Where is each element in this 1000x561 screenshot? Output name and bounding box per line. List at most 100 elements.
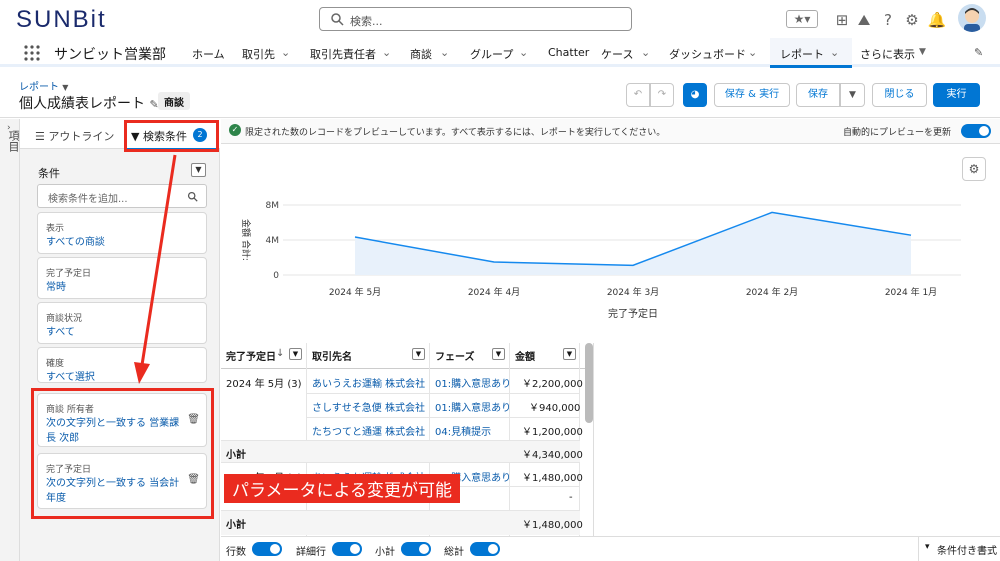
nav-contacts-chevron-icon[interactable]: ⌄	[382, 46, 391, 59]
notification-bell-icon[interactable]: 🔔	[927, 10, 947, 30]
filter-card-show[interactable]: 表示 すべての商談	[37, 212, 207, 254]
footer-rows-label: 行数	[226, 547, 246, 558]
col-header-account[interactable]: 取引先名	[312, 348, 352, 363]
table-cell-phase: 01:購入意思あり	[435, 403, 512, 414]
col-header-amount[interactable]: 金額	[515, 348, 535, 363]
report-title: 個人成績表レポート ✎	[19, 93, 159, 113]
filter-card-value: すべての商談	[46, 237, 105, 248]
add-filter-placeholder: 検索条件を追加...	[48, 194, 128, 205]
conditions-dropdown-icon[interactable]: ▼	[191, 163, 206, 177]
filter-card-close-date[interactable]: 完了予定日 常時	[37, 257, 207, 299]
filter-card-label: 完了予定日	[46, 269, 92, 279]
nav-accounts-chevron-icon[interactable]: ⌄	[281, 46, 290, 59]
nav-dashboards[interactable]: ダッシュボード	[669, 46, 746, 62]
filter-card-label: 商談状況	[46, 314, 83, 324]
save-menu-dropdown-icon[interactable]: ▼	[840, 83, 865, 107]
nav-more[interactable]: さらに表示	[860, 46, 915, 62]
rows-toggle[interactable]	[252, 542, 282, 556]
col-header-phase[interactable]: フェーズ	[435, 348, 475, 363]
table-cell-phase: 01:購入意思あり	[435, 379, 512, 390]
save-button[interactable]: 保存	[796, 83, 840, 107]
add-filter-input[interactable]: 検索条件を追加...	[37, 184, 207, 208]
nav-accounts[interactable]: 取引先	[242, 46, 275, 62]
conditions-label: 条件	[38, 167, 60, 180]
table-cell-phase: 04:見積提示	[435, 427, 492, 438]
table-cell-account[interactable]: さしすせそ急便 株式会社	[312, 399, 425, 414]
chart-toggle-icon[interactable]: ◕	[683, 83, 707, 107]
col-header-close-date[interactable]: 完了予定日	[226, 348, 276, 363]
nav-more-dropdown-icon[interactable]: ▼	[919, 47, 926, 57]
y-tick-label: 8M	[266, 201, 280, 211]
y-tick-label: 4M	[266, 236, 280, 246]
app-launcher-icon[interactable]	[24, 45, 40, 61]
nav-dashboards-chevron-icon[interactable]: ⌄	[748, 46, 757, 59]
favorites-star-icon[interactable]: ★▾	[786, 10, 818, 28]
table-cell-amount: ￥2,200,000	[522, 379, 583, 390]
header-divider	[221, 368, 593, 369]
tab-outline-label: アウトライン	[48, 130, 115, 143]
detail-rows-toggle[interactable]	[332, 542, 362, 556]
run-button[interactable]: 実行	[933, 83, 980, 107]
nav-opportunities-chevron-icon[interactable]: ⌄	[440, 46, 449, 59]
help-icon[interactable]: ?	[878, 10, 898, 30]
filter-card-value: すべて	[46, 327, 75, 338]
highlight-box-parameter-filters	[31, 388, 214, 519]
table-cell-account[interactable]: たちつてと通運 株式会社	[312, 423, 425, 438]
fields-rail-label[interactable]: 項目	[5, 130, 21, 152]
user-avatar[interactable]	[958, 4, 986, 32]
undo-icon[interactable]: ↶	[626, 83, 650, 107]
save-run-button[interactable]: 保存 & 実行	[714, 83, 790, 107]
subtotal-amount: ￥1,480,000	[522, 520, 583, 531]
breadcrumb-label[interactable]: レポート	[19, 82, 59, 93]
nav-opportunities[interactable]: 商談	[410, 46, 432, 62]
fields-rail[interactable]	[0, 119, 20, 561]
list-icon: ☰	[35, 130, 45, 143]
breadcrumb-dropdown-icon[interactable]: ▼	[62, 83, 68, 92]
subtotal-label: 小計	[226, 450, 246, 461]
row-divider	[221, 462, 580, 463]
nav-chatter[interactable]: Chatter	[548, 46, 589, 59]
trailhead-icon[interactable]: ⛰	[854, 10, 874, 30]
nav-home[interactable]: ホーム	[192, 46, 225, 62]
col-menu-dropdown-icon[interactable]: ▼	[289, 348, 302, 360]
report-type-tag: 商談	[158, 92, 190, 110]
breadcrumb[interactable]: レポート ▼	[19, 78, 68, 93]
global-search-input[interactable]: 検索...	[319, 7, 632, 31]
nav-reports[interactable]: レポート	[780, 46, 824, 62]
app-logo[interactable]: SUNBit	[16, 6, 107, 34]
x-tick-label: 2024 年 5月	[329, 286, 381, 298]
x-tick-label: 2024 年 1月	[885, 286, 937, 298]
search-icon	[187, 191, 198, 202]
x-tick-label: 2024 年 3月	[607, 286, 659, 298]
app-name: サンビット営業部	[54, 47, 166, 63]
nav-groups-chevron-icon[interactable]: ⌄	[519, 46, 528, 59]
col-menu-dropdown-icon[interactable]: ▼	[492, 348, 505, 360]
group-label: 2024 年 5月 (3)	[226, 379, 302, 390]
col-menu-dropdown-icon[interactable]: ▼	[563, 348, 576, 360]
grand-total-toggle[interactable]	[470, 542, 500, 556]
filter-card-probability[interactable]: 確度 すべて選択	[37, 347, 207, 383]
conditional-format-button[interactable]: ▾ 条件付き書式	[918, 536, 1000, 561]
nav-cases[interactable]: ケース	[601, 46, 633, 62]
close-button[interactable]: 閉じる	[872, 83, 927, 107]
auto-preview-toggle[interactable]	[961, 124, 991, 138]
col-menu-dropdown-icon[interactable]: ▼	[412, 348, 425, 360]
tab-outline[interactable]: ☰ アウトライン	[35, 128, 114, 144]
nav-cases-chevron-icon[interactable]: ⌄	[641, 46, 650, 59]
edit-nav-pencil-icon[interactable]: ✎	[974, 46, 983, 59]
sort-desc-icon[interactable]: ↓	[276, 348, 284, 359]
table-scrollbar[interactable]	[585, 343, 593, 423]
nav-contacts[interactable]: 取引先責任者	[310, 46, 376, 62]
paint-roller-icon: ▾	[925, 542, 930, 552]
global-add-icon[interactable]: ⊞	[832, 10, 852, 30]
footer-subtotal-label: 小計	[375, 547, 395, 558]
subtotal-toggle[interactable]	[401, 542, 431, 556]
conditional-format-label: 条件付き書式	[937, 546, 997, 557]
redo-icon[interactable]: ↷	[650, 83, 674, 107]
table-cell-account[interactable]: あいうえお運輸 株式会社	[312, 375, 425, 390]
filter-card-status[interactable]: 商談状況 すべて	[37, 302, 207, 344]
nav-reports-chevron-icon[interactable]: ⌄	[830, 46, 839, 59]
settings-gear-icon[interactable]: ⚙	[902, 10, 922, 30]
search-icon	[331, 13, 344, 26]
nav-groups[interactable]: グループ	[470, 46, 513, 62]
